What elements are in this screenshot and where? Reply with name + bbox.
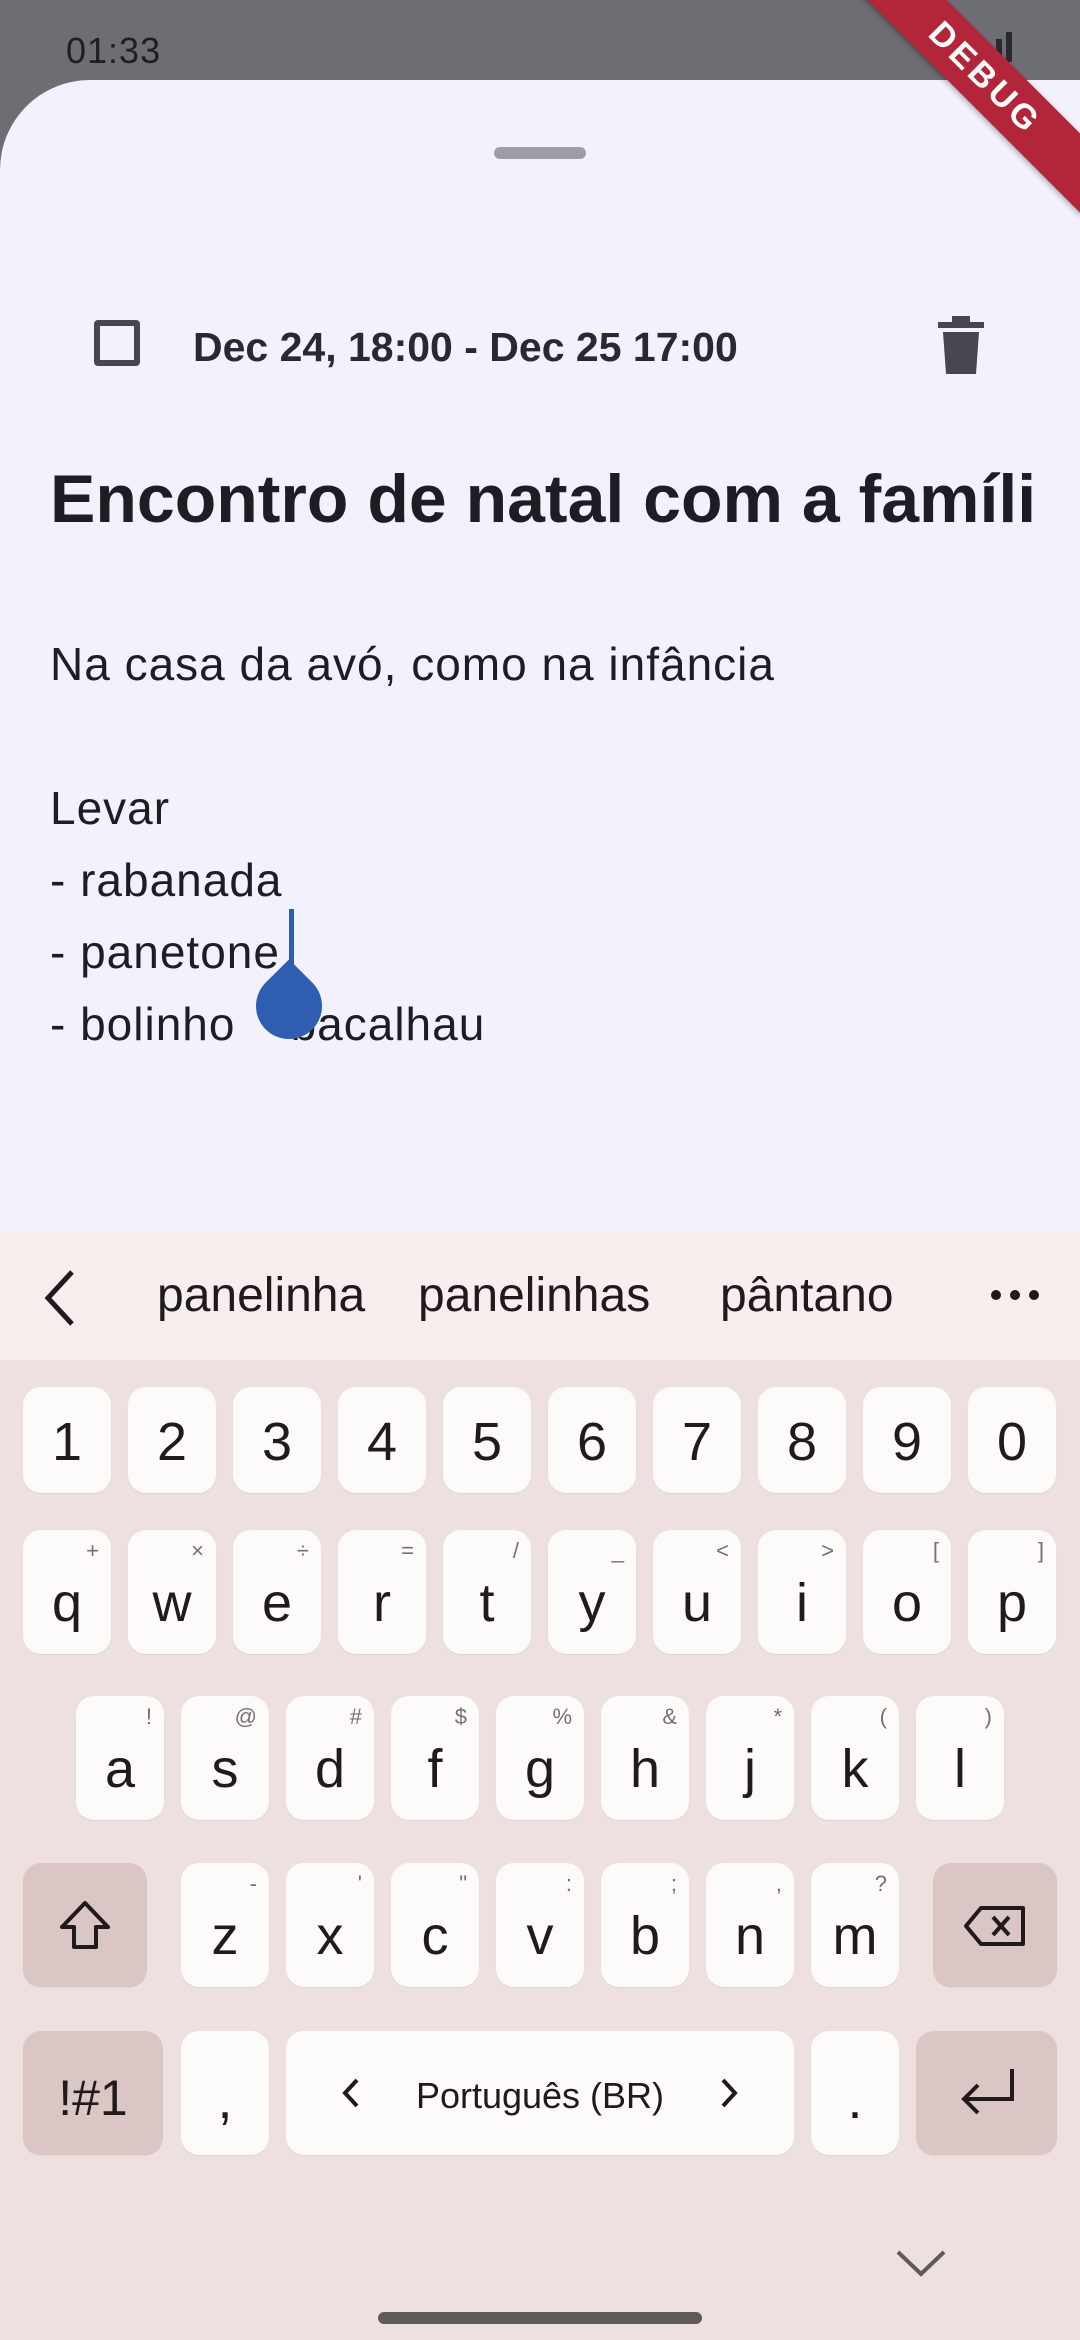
key-5[interactable]: 5 (443, 1387, 531, 1493)
more-options-icon[interactable] (990, 1280, 1040, 1310)
key-b[interactable]: ; b (601, 1863, 689, 1987)
key-s[interactable]: @ s (181, 1696, 269, 1820)
enter-key[interactable] (916, 2031, 1057, 2155)
note-body-input[interactable]: Na casa da avó, como na infância Levar -… (50, 628, 775, 1060)
home-indicator[interactable] (378, 2312, 702, 2324)
key-7[interactable]: 7 (653, 1387, 741, 1493)
backspace-key[interactable] (933, 1863, 1057, 1987)
space-key[interactable]: Português (BR) (286, 2031, 794, 2155)
body-line: - bolinho bacalhau (50, 998, 486, 1050)
key-4[interactable]: 4 (338, 1387, 426, 1493)
key-e[interactable]: ÷ e (233, 1530, 321, 1654)
key-g[interactable]: % g (496, 1696, 584, 1820)
body-line (50, 700, 775, 772)
date-range[interactable]: Dec 24, 18:00 - Dec 25 17:00 (193, 324, 738, 371)
backspace-icon (964, 1906, 1025, 1946)
enter-icon (961, 2069, 1014, 2115)
symbols-key[interactable]: !#1 (23, 2031, 163, 2155)
key-r[interactable]: = r (338, 1530, 426, 1654)
body-line: - panetone (50, 926, 280, 978)
key-9[interactable]: 9 (863, 1387, 951, 1493)
key-y[interactable]: _ y (548, 1530, 636, 1654)
key-z[interactable]: -z (181, 1863, 269, 1987)
key-p[interactable]: ] p (968, 1530, 1056, 1654)
done-checkbox[interactable] (94, 320, 140, 366)
key-u[interactable]: < u (653, 1530, 741, 1654)
key-q[interactable]: + q (23, 1530, 111, 1654)
suggestion-2[interactable]: panelinhas (418, 1268, 650, 1323)
key-l[interactable]: ) l (916, 1696, 1004, 1820)
key-2[interactable]: 2 (128, 1387, 216, 1493)
key-n[interactable]: ,n (706, 1863, 794, 1987)
key-v[interactable]: :v (496, 1863, 584, 1987)
body-line: Levar (50, 782, 171, 834)
key-i[interactable]: > i (758, 1530, 846, 1654)
keyboard-collapse-icon[interactable] (895, 2248, 947, 2278)
delete-icon[interactable] (936, 316, 986, 374)
note-sheet: Dec 24, 18:00 - Dec 25 17:00 Encontro de… (0, 80, 1080, 1230)
shift-key[interactable] (23, 1863, 147, 1987)
suggestion-3[interactable]: pântano (720, 1268, 894, 1323)
note-title-input[interactable]: Encontro de natal com a famíli (50, 460, 1036, 538)
key-c[interactable]: " c (391, 1863, 479, 1987)
key-8[interactable]: 8 (758, 1387, 846, 1493)
sheet-drag-handle[interactable] (494, 147, 586, 159)
key-1[interactable]: 1 (23, 1387, 111, 1493)
key-x[interactable]: ' x (286, 1863, 374, 1987)
key-h[interactable]: & h (601, 1696, 689, 1820)
shift-icon (60, 1901, 110, 1949)
key-6[interactable]: 6 (548, 1387, 636, 1493)
chevron-left-icon[interactable] (40, 1268, 80, 1328)
key-t[interactable]: / t (443, 1530, 531, 1654)
status-time: 01:33 (66, 30, 162, 71)
key-j[interactable]: * j (706, 1696, 794, 1820)
body-line: Na casa da avó, como na infância (50, 638, 775, 690)
key-m[interactable]: ? m (811, 1863, 899, 1987)
suggestion-bar: panelinha panelinhas pântano (0, 1230, 1080, 1360)
key-d[interactable]: # d (286, 1696, 374, 1820)
key-k[interactable]: (k (811, 1696, 899, 1820)
key-0[interactable]: 0 (968, 1387, 1056, 1493)
comma-key[interactable]: , (181, 2031, 269, 2155)
key-a[interactable]: ! a (76, 1696, 164, 1820)
key-w[interactable]: × w (128, 1530, 216, 1654)
period-key[interactable]: . (811, 2031, 899, 2155)
suggestion-1[interactable]: panelinha (157, 1268, 365, 1323)
key-3[interactable]: 3 (233, 1387, 321, 1493)
chevron-right-icon (721, 2078, 738, 2108)
key-f[interactable]: $ f (391, 1696, 479, 1820)
body-line: - rabanada (50, 854, 283, 906)
space-language-label: Português (BR) (415, 2075, 665, 2116)
key-o[interactable]: [o (863, 1530, 951, 1654)
